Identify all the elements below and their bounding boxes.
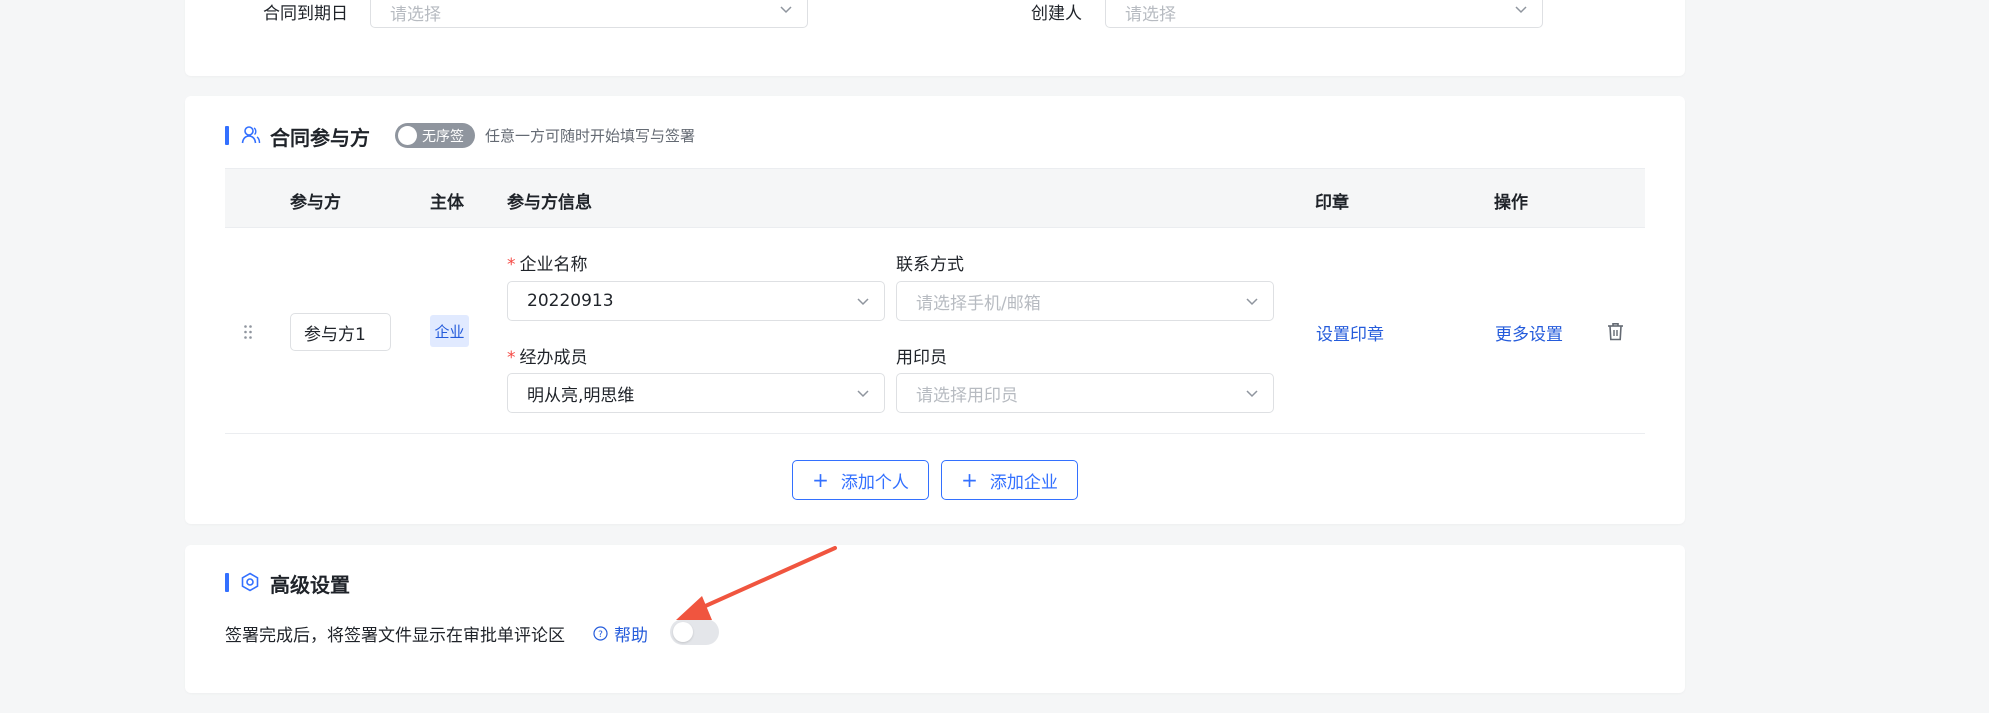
creator-placeholder: 请选择 bbox=[1125, 5, 1176, 25]
section-accent-bar bbox=[225, 573, 229, 592]
contact-placeholder: 请选择手机/邮箱 bbox=[916, 293, 1041, 314]
chevron-down-icon bbox=[1246, 390, 1258, 398]
creator-select[interactable]: 请选择 bbox=[1105, 0, 1543, 28]
seal-user-label: 用印员 bbox=[896, 348, 947, 368]
sign-order-toggle[interactable]: 无序签 bbox=[395, 123, 475, 148]
advanced-section-title: 高级设置 bbox=[270, 573, 350, 597]
toggle-knob bbox=[673, 622, 693, 642]
add-company-button[interactable]: + 添加企业 bbox=[941, 460, 1078, 500]
add-company-label: 添加企业 bbox=[989, 472, 1058, 493]
company-name-label: * 企业名称 bbox=[507, 255, 588, 275]
question-circle-icon: ? bbox=[593, 626, 608, 641]
contact-label: 联系方式 bbox=[896, 255, 964, 275]
sign-order-hint: 任意一方可随时开始填写与签署 bbox=[485, 127, 696, 145]
help-link[interactable]: ? 帮助 bbox=[593, 621, 648, 646]
parties-card: 合同参与方 无序签 任意一方可随时开始填写与签署 参与方 主体 参与方信息 印章… bbox=[185, 96, 1685, 524]
row-divider bbox=[225, 433, 1645, 434]
users-icon bbox=[241, 126, 261, 144]
company-name-label-text: 企业名称 bbox=[519, 255, 588, 275]
column-header-seal: 印章 bbox=[1315, 193, 1349, 213]
entity-type-tag: 企业 bbox=[430, 315, 469, 347]
toggle-knob bbox=[398, 126, 417, 145]
basic-info-card: 合同到期日 请选择 创建人 请选择 bbox=[185, 0, 1685, 76]
column-header-party-info: 参与方信息 bbox=[507, 193, 592, 213]
members-label-text: 经办成员 bbox=[519, 348, 588, 368]
company-name-select[interactable]: 20220913 bbox=[507, 281, 885, 321]
expiry-date-label: 合同到期日 bbox=[263, 4, 348, 24]
expiry-date-placeholder: 请选择 bbox=[390, 5, 441, 25]
members-label: * 经办成员 bbox=[507, 348, 588, 368]
plus-icon: + bbox=[812, 468, 829, 492]
members-select[interactable]: 明从亮,明思维 bbox=[507, 373, 885, 413]
add-person-label: 添加个人 bbox=[840, 472, 909, 493]
parties-section-title: 合同参与方 bbox=[270, 126, 370, 150]
more-settings-link[interactable]: 更多设置 bbox=[1495, 320, 1563, 345]
column-header-actions: 操作 bbox=[1494, 193, 1528, 213]
set-seal-link[interactable]: 设置印章 bbox=[1316, 320, 1384, 345]
chevron-down-icon bbox=[857, 298, 869, 306]
creator-label: 创建人 bbox=[1031, 4, 1082, 24]
help-label: 帮助 bbox=[614, 626, 648, 646]
chevron-down-icon bbox=[1515, 6, 1527, 14]
section-accent-bar bbox=[225, 126, 229, 145]
column-header-entity: 主体 bbox=[430, 193, 464, 213]
column-header-party: 参与方 bbox=[290, 193, 341, 213]
chevron-down-icon bbox=[780, 6, 792, 14]
advanced-settings-card: 高级设置 签署完成后，将签署文件显示在审批单评论区 ? 帮助 bbox=[185, 545, 1685, 693]
drag-handle-icon[interactable] bbox=[243, 324, 253, 340]
chevron-down-icon bbox=[1246, 298, 1258, 306]
expiry-date-select[interactable]: 请选择 bbox=[370, 0, 808, 28]
parties-table-header: 参与方 主体 参与方信息 印章 操作 bbox=[225, 168, 1645, 228]
trash-icon[interactable] bbox=[1607, 322, 1624, 341]
contact-select[interactable]: 请选择手机/邮箱 bbox=[896, 281, 1274, 321]
add-person-button[interactable]: + 添加个人 bbox=[792, 460, 929, 500]
settings-hexagon-icon bbox=[241, 572, 259, 592]
plus-icon: + bbox=[961, 468, 978, 492]
seal-user-placeholder: 请选择用印员 bbox=[916, 385, 1018, 406]
party-name-input[interactable]: 参与方1 bbox=[290, 313, 391, 351]
sign-order-toggle-label: 无序签 bbox=[422, 129, 464, 145]
chevron-down-icon bbox=[857, 390, 869, 398]
svg-text:?: ? bbox=[598, 630, 603, 640]
company-name-value: 20220913 bbox=[527, 291, 614, 311]
seal-user-select[interactable]: 请选择用印员 bbox=[896, 373, 1274, 413]
members-value: 明从亮,明思维 bbox=[527, 385, 635, 406]
show-file-toggle[interactable] bbox=[670, 619, 719, 645]
show-file-setting-label: 签署完成后，将签署文件显示在审批单评论区 bbox=[225, 626, 565, 646]
